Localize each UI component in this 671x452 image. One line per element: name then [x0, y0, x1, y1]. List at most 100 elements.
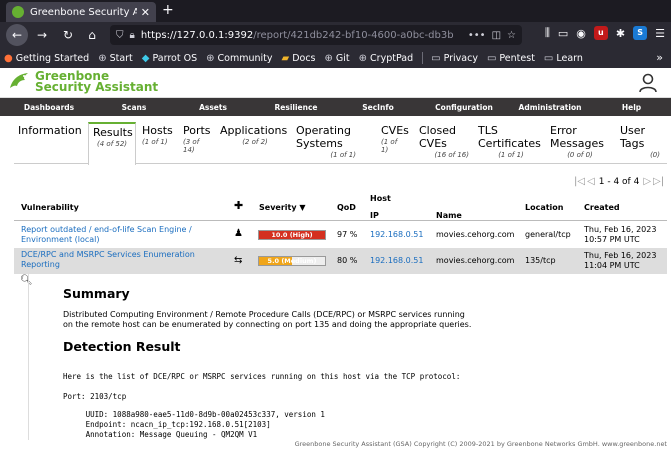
- bookmark-star-icon[interactable]: ☆: [507, 30, 516, 41]
- extensions-icon[interactable]: ✱: [616, 27, 625, 40]
- bookmark-pentest[interactable]: ▭ Pentest: [487, 53, 535, 64]
- last-page-icon[interactable]: ▷|: [653, 176, 664, 187]
- column-header-ip[interactable]: IP: [370, 211, 379, 220]
- forward-arrow-icon[interactable]: →: [32, 28, 52, 42]
- vulnerability-link[interactable]: DCE/RPC and MSRPC Services Enumeration R…: [21, 250, 221, 270]
- library-icon[interactable]: ⫼: [545, 26, 550, 40]
- reader-icon[interactable]: ▭: [558, 27, 568, 40]
- table-row[interactable]: Report outdated / end-of-life Scan Engin…: [14, 222, 667, 248]
- bookmark-start[interactable]: ⊕ Start: [98, 53, 133, 64]
- column-header-created[interactable]: Created: [584, 203, 620, 212]
- page-footer: Greenbone Security Assistant (GSA) Copyr…: [0, 440, 671, 452]
- previous-page-icon[interactable]: ◁: [587, 176, 595, 187]
- summary-text-line-2: on the remote host can be enumerated by …: [63, 320, 472, 329]
- folder-icon: ▰: [281, 52, 290, 64]
- tab-closed-cves[interactable]: Closed CVEs (16 of 16): [419, 122, 469, 164]
- column-header-location[interactable]: Location: [525, 203, 564, 212]
- next-page-icon[interactable]: ▷: [643, 176, 651, 187]
- host-ip-link[interactable]: 192.168.0.51: [370, 256, 423, 265]
- close-tab-icon[interactable]: ✕: [141, 6, 150, 19]
- bookmarks-overflow-icon[interactable]: »: [656, 51, 663, 64]
- host-name: movies.cehorg.com: [436, 230, 515, 239]
- user-icon[interactable]: [637, 72, 659, 94]
- pocket-icon[interactable]: ◫: [492, 30, 501, 41]
- toolbar-right: ⫼ ▭ ◉ u ✱ S ☰: [545, 26, 665, 40]
- tab-information[interactable]: Information: [18, 122, 82, 164]
- bookmark-community[interactable]: ⊕ Community: [206, 53, 272, 64]
- tab-error-messages[interactable]: Error Messages (0 of 0): [550, 122, 610, 164]
- new-tab-icon[interactable]: +: [162, 2, 174, 18]
- tab-applications[interactable]: Applications (2 of 2): [220, 122, 290, 164]
- browser-nav-bar: ← → ↻ ⌂ ⛉ 🔒︎ https://127.0.0.1:9392/repo…: [0, 22, 671, 48]
- detection-line-4: Endpoint: ncacn_ip_tcp:192.168.0.51[2103…: [63, 420, 271, 429]
- column-header-severity[interactable]: Severity ▼: [259, 203, 306, 212]
- url-bar[interactable]: ⛉ 🔒︎ https://127.0.0.1:9392/report/421db…: [110, 25, 522, 45]
- menu-assets[interactable]: Assets: [170, 103, 256, 112]
- created-time: 11:04 PM UTC: [584, 261, 640, 270]
- tab-hosts[interactable]: Hosts (1 of 1): [142, 122, 178, 164]
- bookmark-cryptpad[interactable]: ⊕ CryptPad: [359, 53, 413, 64]
- menu-configuration[interactable]: Configuration: [420, 103, 508, 112]
- bookmark-parrot-os[interactable]: ◆ Parrot OS: [142, 53, 197, 64]
- gsa-header: Greenbone Security Assistant: [0, 68, 671, 98]
- bookmark-privacy[interactable]: ▭ Privacy: [431, 53, 478, 64]
- vulnerability-link[interactable]: Report outdated / end-of-life Scan Engin…: [21, 225, 221, 245]
- detection-line-2: Port: 2103/tcp: [63, 392, 127, 401]
- shield-icon[interactable]: ⛉: [116, 30, 124, 41]
- tab-user-tags[interactable]: User Tags (0): [620, 122, 660, 164]
- browser-tab-title: Greenbone Security Assi: [30, 6, 137, 18]
- folder-icon: ▭: [486, 52, 497, 64]
- host-name: movies.cehorg.com: [436, 256, 515, 265]
- bookmarks-bar: ● Getting Started ⊕ Start ◆ Parrot OS ⊕ Comm…: [0, 48, 671, 68]
- tab-operating-systems[interactable]: Operating Systems (1 of 1): [296, 122, 356, 164]
- menu-dashboards[interactable]: Dashboards: [0, 103, 98, 112]
- detection-line-3: UUID: 1088a980-eae5-11d0-8d9b-00a02453c3…: [63, 410, 325, 419]
- tab-ports[interactable]: Ports (3 of 14): [183, 122, 213, 164]
- lock-icon[interactable]: 🔒︎: [130, 30, 135, 41]
- table-row[interactable]: DCE/RPC and MSRPC Services Enumeration R…: [14, 248, 667, 274]
- main-menu: Dashboards Scans Assets Resilience SecIn…: [0, 98, 671, 116]
- globe-icon: ⊕: [324, 52, 333, 64]
- extension-s-icon[interactable]: S: [633, 26, 648, 40]
- folder-icon: ▭: [431, 52, 441, 64]
- folder-icon: ▭: [543, 52, 554, 64]
- browser-tab[interactable]: Greenbone Security Assi ✕: [6, 2, 156, 22]
- greenbone-favicon-icon: [12, 6, 24, 18]
- host-ip-link[interactable]: 192.168.0.51: [370, 230, 423, 239]
- column-header-host: Host: [370, 194, 391, 203]
- column-header-name[interactable]: Name: [436, 211, 462, 220]
- menu-scans[interactable]: Scans: [98, 103, 170, 112]
- greenbone-logo[interactable]: Greenbone Security Assistant: [8, 70, 158, 94]
- parrot-icon: ◆: [141, 52, 150, 64]
- severity-bar: 5.0 (Medium): [258, 256, 326, 266]
- bookmark-learn[interactable]: ▭ Learn: [544, 53, 583, 64]
- ublock-extension-icon[interactable]: u: [593, 26, 608, 40]
- bookmark-docs[interactable]: ▰ Docs: [282, 53, 316, 64]
- tab-tls-certificates[interactable]: TLS Certificates (1 of 1): [478, 122, 544, 164]
- account-icon[interactable]: ◉: [576, 27, 586, 40]
- bookmark-git[interactable]: ⊕ Git: [325, 53, 350, 64]
- back-arrow-icon[interactable]: ←: [6, 24, 28, 46]
- menu-help[interactable]: Help: [592, 103, 671, 112]
- home-icon[interactable]: ⌂: [82, 28, 102, 42]
- globe-icon: ⊕: [358, 52, 368, 64]
- bookmark-getting-started[interactable]: ● Getting Started: [4, 53, 89, 64]
- detection-line-1: Here is the list of DCE/RPC or MSRPC ser…: [63, 372, 461, 381]
- first-page-icon[interactable]: |◁: [574, 176, 585, 187]
- url-text[interactable]: https://127.0.0.1:9392/report/421db242-b…: [141, 30, 462, 41]
- menu-administration[interactable]: Administration: [508, 103, 592, 112]
- results-pager: |◁ ◁ 1 - 4 of 4 ▷ ▷|: [574, 176, 664, 187]
- qod-value: 97 %: [337, 230, 358, 239]
- tab-results[interactable]: Results (4 of 52): [88, 122, 136, 165]
- menu-resilience[interactable]: Resilience: [256, 103, 336, 112]
- report-tabs: Information Results (4 of 52) Hosts (1 o…: [14, 122, 667, 165]
- column-header-qod[interactable]: QoD: [337, 203, 356, 212]
- tab-cves[interactable]: CVEs (1 of 1): [381, 122, 413, 164]
- menu-secinfo[interactable]: SecInfo: [336, 103, 420, 112]
- page-actions-icon[interactable]: •••: [468, 30, 486, 41]
- reload-icon[interactable]: ↻: [58, 28, 78, 42]
- pager-range: 1 - 4 of 4: [598, 176, 640, 187]
- severity-label: 10.0 (High): [271, 231, 313, 239]
- app-menu-icon[interactable]: ☰: [655, 27, 665, 40]
- column-header-vulnerability[interactable]: Vulnerability: [21, 203, 79, 212]
